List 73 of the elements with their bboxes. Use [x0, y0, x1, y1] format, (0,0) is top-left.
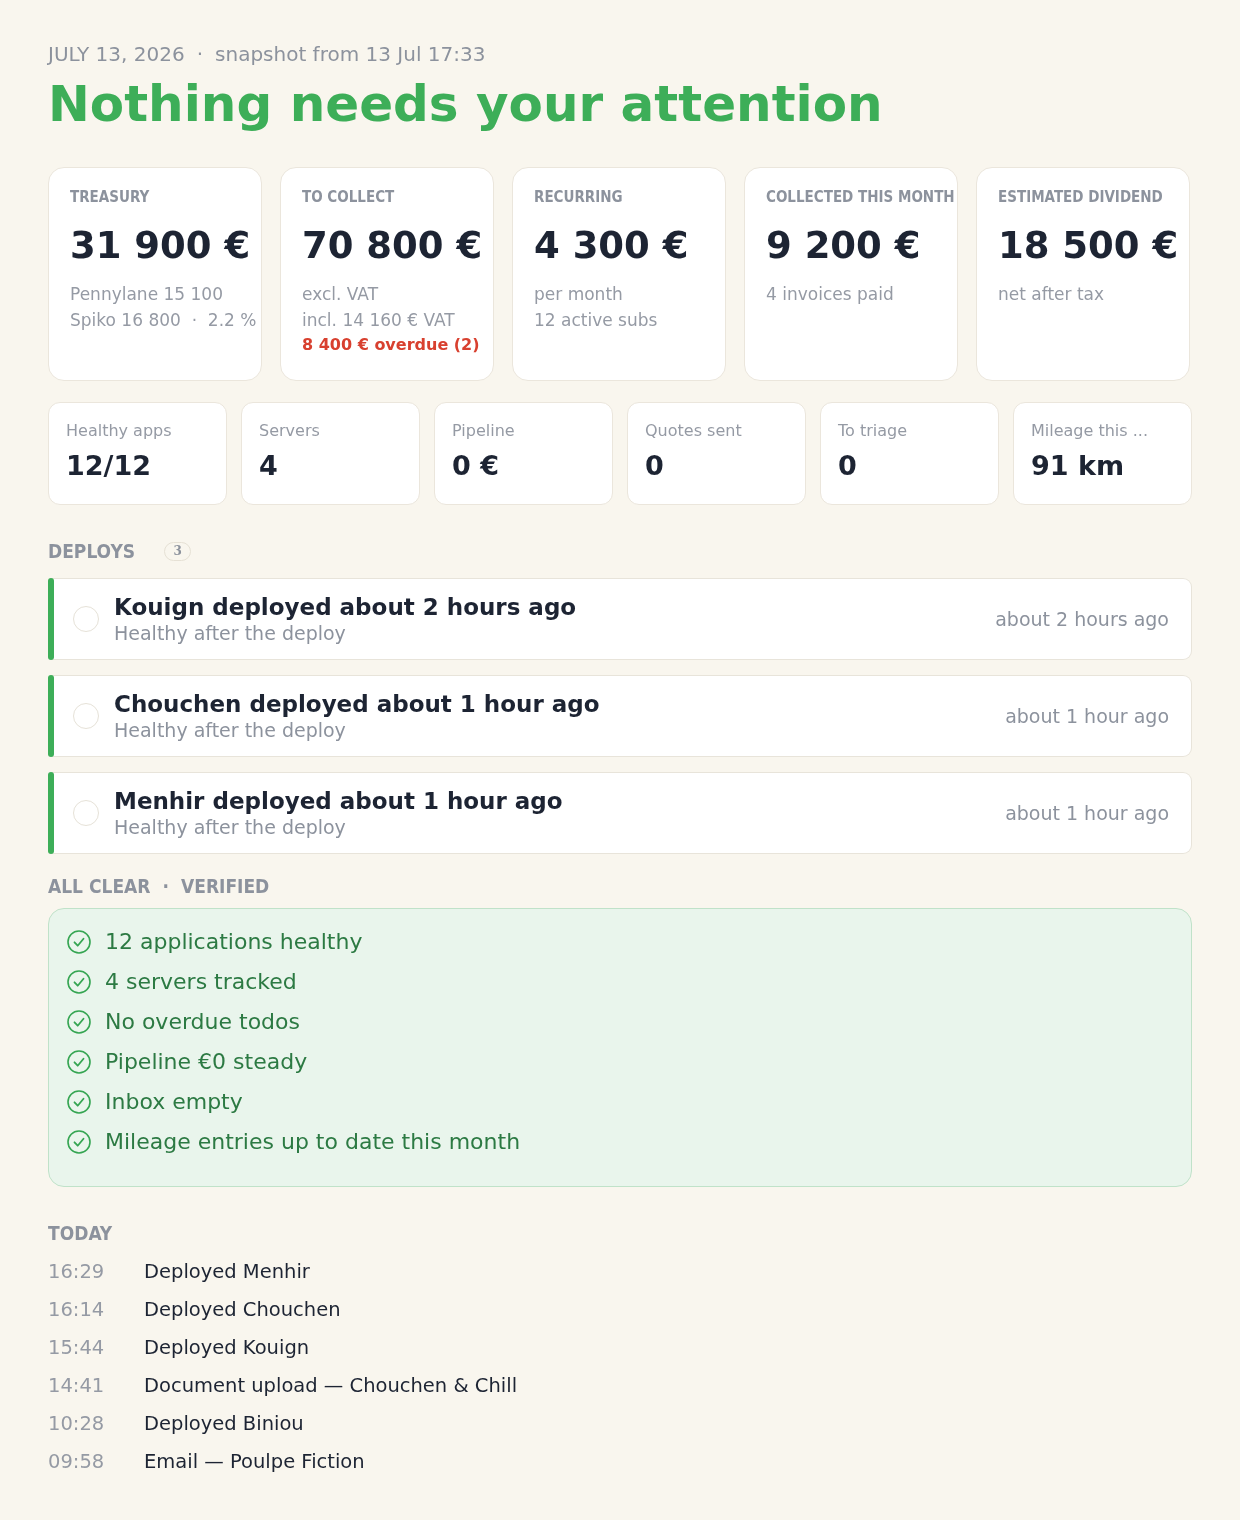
stat-value: 0 — [645, 449, 665, 483]
stat-value: 0 — [838, 449, 858, 483]
stat-label: Servers — [259, 421, 321, 441]
check-circle-icon — [67, 1090, 91, 1114]
section-title: DEPLOYS — [48, 540, 136, 562]
stat-value: 0 € — [452, 449, 500, 483]
deploy-time: about 1 hour ago — [1005, 801, 1169, 825]
stat-value: 4 — [259, 449, 279, 483]
kpi-value: 70 800 € — [302, 223, 484, 269]
kpi-value: 9 200 € — [766, 223, 922, 269]
separator-dot: · — [196, 42, 204, 66]
section-subtitle: VERIFIED — [180, 875, 270, 897]
stat-label: Mileage this ... — [1031, 421, 1149, 441]
kpi-value: 18 500 € — [998, 223, 1180, 269]
event-text: Deployed Biniou — [144, 1412, 304, 1436]
section-title: TODAY — [48, 1222, 113, 1244]
kpi-note: per month — [534, 283, 624, 306]
kpi-label: RECURRING — [534, 188, 624, 206]
kpi-note: 4 invoices paid — [766, 283, 895, 306]
check-item-text: 12 applications healthy — [105, 928, 363, 956]
deploy-subtitle: Healthy after the deploy — [114, 718, 347, 742]
separator-dot: · — [162, 875, 169, 897]
event-time: 10:28 — [48, 1412, 106, 1436]
event-time: 16:14 — [48, 1298, 106, 1322]
check-item-text: Inbox empty — [105, 1088, 243, 1116]
deploy-time: about 2 hours ago — [995, 607, 1169, 631]
event-time: 09:58 — [48, 1450, 106, 1474]
event-time: 16:29 — [48, 1260, 106, 1284]
stat-label: Quotes sent — [645, 421, 743, 441]
check-circle-icon — [67, 1050, 91, 1074]
event-text: Deployed Menhir — [144, 1260, 310, 1284]
stat-value: 12/12 — [66, 449, 152, 483]
stat-value: 91 km — [1031, 449, 1126, 483]
kpi-note: excl. VAT — [302, 283, 380, 306]
kpi-value: 4 300 € — [534, 223, 690, 269]
deploy-title: Chouchen deployed about 1 hour ago — [114, 690, 601, 718]
event-text: Deployed Chouchen — [144, 1298, 341, 1322]
kpi-note: Pennylane 15 100 — [70, 283, 224, 306]
kpi-label: COLLECTED THIS MONTH — [766, 188, 953, 206]
stat-label: Pipeline — [452, 421, 516, 441]
snapshot-text: snapshot from 13 Jul 17:33 — [215, 42, 486, 66]
kpi-note: net after tax — [998, 283, 1106, 306]
overdue-note: 8 400 € overdue (2) — [302, 334, 481, 356]
date-text: JULY 13, 2026 — [48, 42, 185, 66]
kpi-label: TO COLLECT — [302, 188, 396, 206]
event-time: 14:41 — [48, 1374, 106, 1398]
kpi-value: 31 900 € — [70, 223, 252, 269]
kpi-note: Spiko 16 800 · 2.2 % — [70, 309, 257, 332]
event-text: Email — Poulpe Fiction — [144, 1450, 365, 1474]
check-circle-icon — [67, 1130, 91, 1154]
deploy-time: about 1 hour ago — [1005, 704, 1169, 728]
check-circle-icon — [67, 1010, 91, 1034]
check-circle-icon — [67, 930, 91, 954]
event-time: 15:44 — [48, 1336, 106, 1360]
kpi-note: incl. 14 160 € VAT — [302, 309, 456, 332]
kpi-label: TREASURY — [70, 188, 151, 206]
kpi-note: 12 active subs — [534, 309, 659, 332]
check-item-text: Pipeline €0 steady — [105, 1048, 308, 1076]
event-text: Deployed Kouign — [144, 1336, 310, 1360]
check-item-text: No overdue todos — [105, 1008, 300, 1036]
deploy-title: Kouign deployed about 2 hours ago — [114, 593, 578, 621]
event-text: Document upload — Chouchen & Chill — [144, 1374, 518, 1398]
deploy-subtitle: Healthy after the deploy — [114, 815, 347, 839]
section-title: ALL CLEAR — [48, 875, 151, 897]
stat-label: Healthy apps — [66, 421, 173, 441]
deploy-subtitle: Healthy after the deploy — [114, 621, 347, 645]
check-item-text: Mileage entries up to date this month — [105, 1128, 521, 1156]
check-circle-icon — [67, 970, 91, 994]
deploy-title: Menhir deployed about 1 hour ago — [114, 787, 564, 815]
stat-label: To triage — [838, 421, 909, 441]
check-item-text: 4 servers tracked — [105, 968, 297, 996]
kpi-label: ESTIMATED DIVIDEND — [998, 188, 1164, 206]
page-title: Nothing needs your attention — [48, 74, 884, 134]
